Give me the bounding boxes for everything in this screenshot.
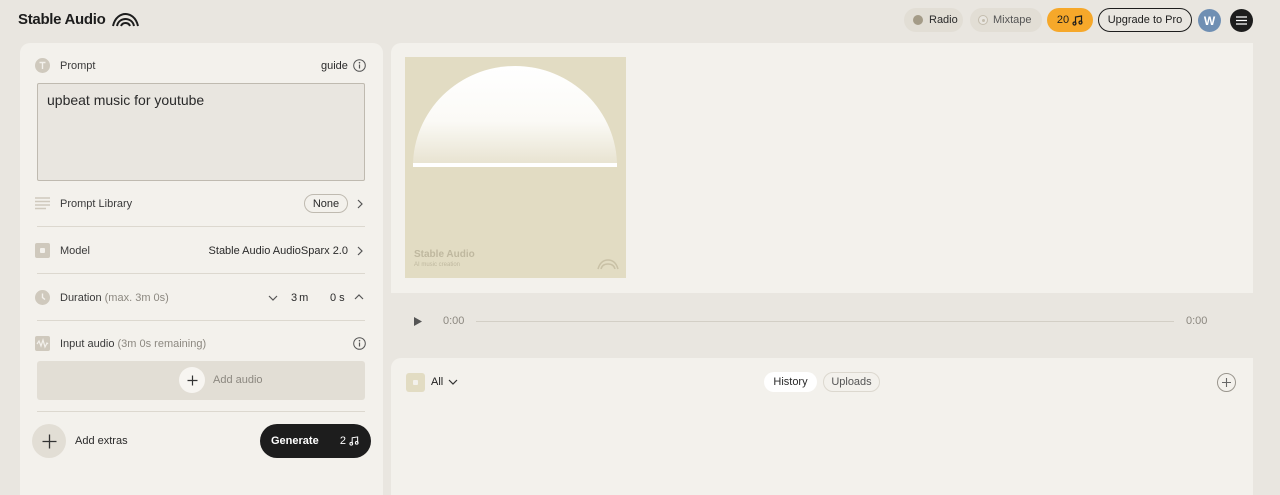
text-icon: [35, 58, 50, 73]
generate-cost-value: 2: [339, 435, 346, 447]
logo[interactable]: Stable Audio: [18, 11, 139, 28]
artwork-graphic: [413, 66, 619, 270]
add-button[interactable]: [1217, 373, 1236, 392]
menu-button[interactable]: [1230, 9, 1253, 32]
duration-minutes-unit: m: [299, 292, 309, 304]
prompt-library-label: Prompt Library: [60, 198, 133, 210]
duration-label: Duration (max. 3m 0s): [60, 292, 169, 304]
filter-label: All: [431, 376, 444, 388]
music-note-icon: [1072, 14, 1083, 26]
plus-icon: [42, 434, 56, 448]
logo-text: Stable Audio: [18, 11, 106, 28]
input-audio-hint: (3m 0s remaining): [117, 338, 207, 350]
preview-panel: Stable Audio AI music creation 0:00 0:00: [391, 43, 1253, 349]
mixtape-label: Mixtape: [993, 14, 1032, 26]
duration-seconds-unit: s: [339, 292, 345, 304]
duration-seconds[interactable]: 0s: [330, 292, 345, 304]
top-bar: Stable Audio Radio Mixtape 20 Upgrade to…: [0, 0, 1280, 40]
generation-panel: Prompt guide upbeat music for youtube Pr…: [20, 43, 383, 495]
generate-label: Generate: [271, 435, 319, 447]
info-icon[interactable]: [353, 337, 366, 350]
track-artwork[interactable]: Stable Audio AI music creation: [405, 57, 626, 278]
radio-button[interactable]: Radio: [904, 8, 963, 32]
audio-player: 0:00 0:00: [391, 293, 1253, 349]
play-icon[interactable]: [414, 317, 422, 326]
divider: [37, 411, 365, 412]
plus-icon: [179, 367, 205, 393]
duration-minutes-value: 3: [291, 292, 298, 304]
chevron-right-icon[interactable]: [355, 246, 365, 256]
upgrade-button[interactable]: Upgrade to Pro: [1098, 8, 1192, 32]
prompt-label: Prompt: [60, 60, 96, 72]
credits-count: 20: [1056, 14, 1070, 26]
music-note-icon: [349, 436, 359, 446]
chevron-down-icon[interactable]: [268, 293, 278, 303]
generate-cost: 2: [340, 424, 359, 458]
filter-select[interactable]: All: [431, 376, 443, 388]
total-time: 0:00: [1186, 315, 1208, 327]
duration-hint: (max. 3m 0s): [104, 292, 169, 304]
model-value[interactable]: Stable Audio AudioSparx 2.0: [209, 245, 348, 257]
artwork-subtitle: AI music creation: [414, 262, 461, 268]
duration-seconds-value: 0: [330, 292, 337, 304]
waveform-icon: [35, 336, 50, 351]
tab-uploads[interactable]: Uploads: [823, 372, 880, 392]
radio-label: Radio: [929, 14, 958, 26]
tab-history[interactable]: History: [764, 372, 817, 392]
mixtape-button[interactable]: Mixtape: [970, 8, 1042, 32]
logo-mark-icon: [111, 12, 139, 26]
plus-icon: [1222, 378, 1231, 387]
model-label: Model: [60, 245, 90, 257]
divider: [37, 226, 365, 227]
avatar[interactable]: W: [1198, 9, 1221, 32]
list-icon: [35, 197, 50, 210]
hamburger-icon: [1236, 16, 1247, 25]
chevron-down-icon[interactable]: [448, 377, 458, 387]
chevron-up-icon[interactable]: [354, 292, 364, 302]
credits-badge[interactable]: 20: [1047, 8, 1093, 32]
prompt-library-select[interactable]: None: [304, 194, 348, 213]
add-audio-label: Add audio: [213, 374, 263, 386]
filter-icon: [406, 373, 425, 392]
add-audio-button[interactable]: Add audio: [37, 361, 365, 400]
input-audio-label: Input audio (3m 0s remaining): [60, 338, 206, 350]
generate-button[interactable]: Generate 2: [260, 424, 371, 458]
prompt-input[interactable]: upbeat music for youtube: [37, 83, 365, 181]
model-icon: [35, 243, 50, 258]
radio-icon: [913, 15, 923, 25]
guide-link[interactable]: guide: [321, 60, 348, 72]
duration-label-text: Duration: [60, 292, 102, 304]
info-icon[interactable]: [353, 59, 366, 72]
library-panel: All History Uploads: [391, 358, 1253, 495]
current-time: 0:00: [443, 315, 465, 327]
progress-track[interactable]: [476, 321, 1174, 322]
divider: [37, 273, 365, 274]
add-extras-button[interactable]: [32, 424, 66, 458]
artwork-brand: Stable Audio: [414, 249, 475, 260]
divider: [37, 320, 365, 321]
input-audio-label-text: Input audio: [60, 338, 115, 350]
clock-icon: [35, 290, 50, 305]
add-extras-label[interactable]: Add extras: [75, 435, 128, 447]
mixtape-icon: [978, 15, 988, 25]
duration-minutes[interactable]: 3m: [291, 292, 308, 304]
chevron-right-icon[interactable]: [355, 199, 365, 209]
